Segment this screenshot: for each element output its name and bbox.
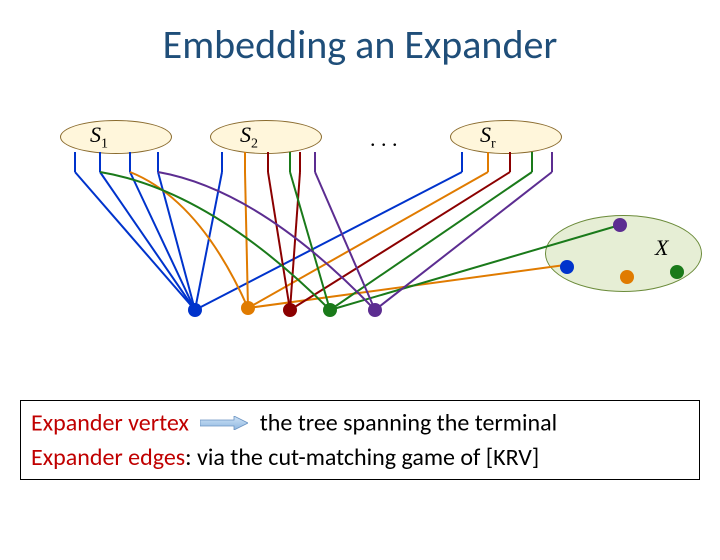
caption-box: Expander vertex the tree spanning the te… [20,400,700,480]
root-purple-dot [368,303,382,317]
caption-line-2: Expander edges: via the cut-matching gam… [31,442,689,473]
caption-edges-label: Expander edges [31,443,185,472]
tree-edges-svg [0,110,720,370]
arrow-icon [200,407,248,438]
caption-line-1: Expander vertex the tree spanning the te… [31,407,689,442]
x-dot-green [670,265,684,279]
caption-vertex-label: Expander vertex [31,408,189,437]
embedding-diagram: S1 S2 . . . Sr X [0,110,720,370]
root-blue-dot [188,303,202,317]
root-orange-dot [241,301,255,315]
root-darkred-dot [283,303,297,317]
x-dot-orange [620,270,634,284]
caption-line2-suffix: : via the cut-matching game of [KRV] [185,443,539,472]
caption-line1-suffix: the tree spanning the terminal [260,408,557,437]
x-dot-purple [613,218,627,232]
x-dot-blue [560,260,574,274]
root-green-dot [323,303,337,317]
slide-title: Embedding an Expander [0,20,720,69]
